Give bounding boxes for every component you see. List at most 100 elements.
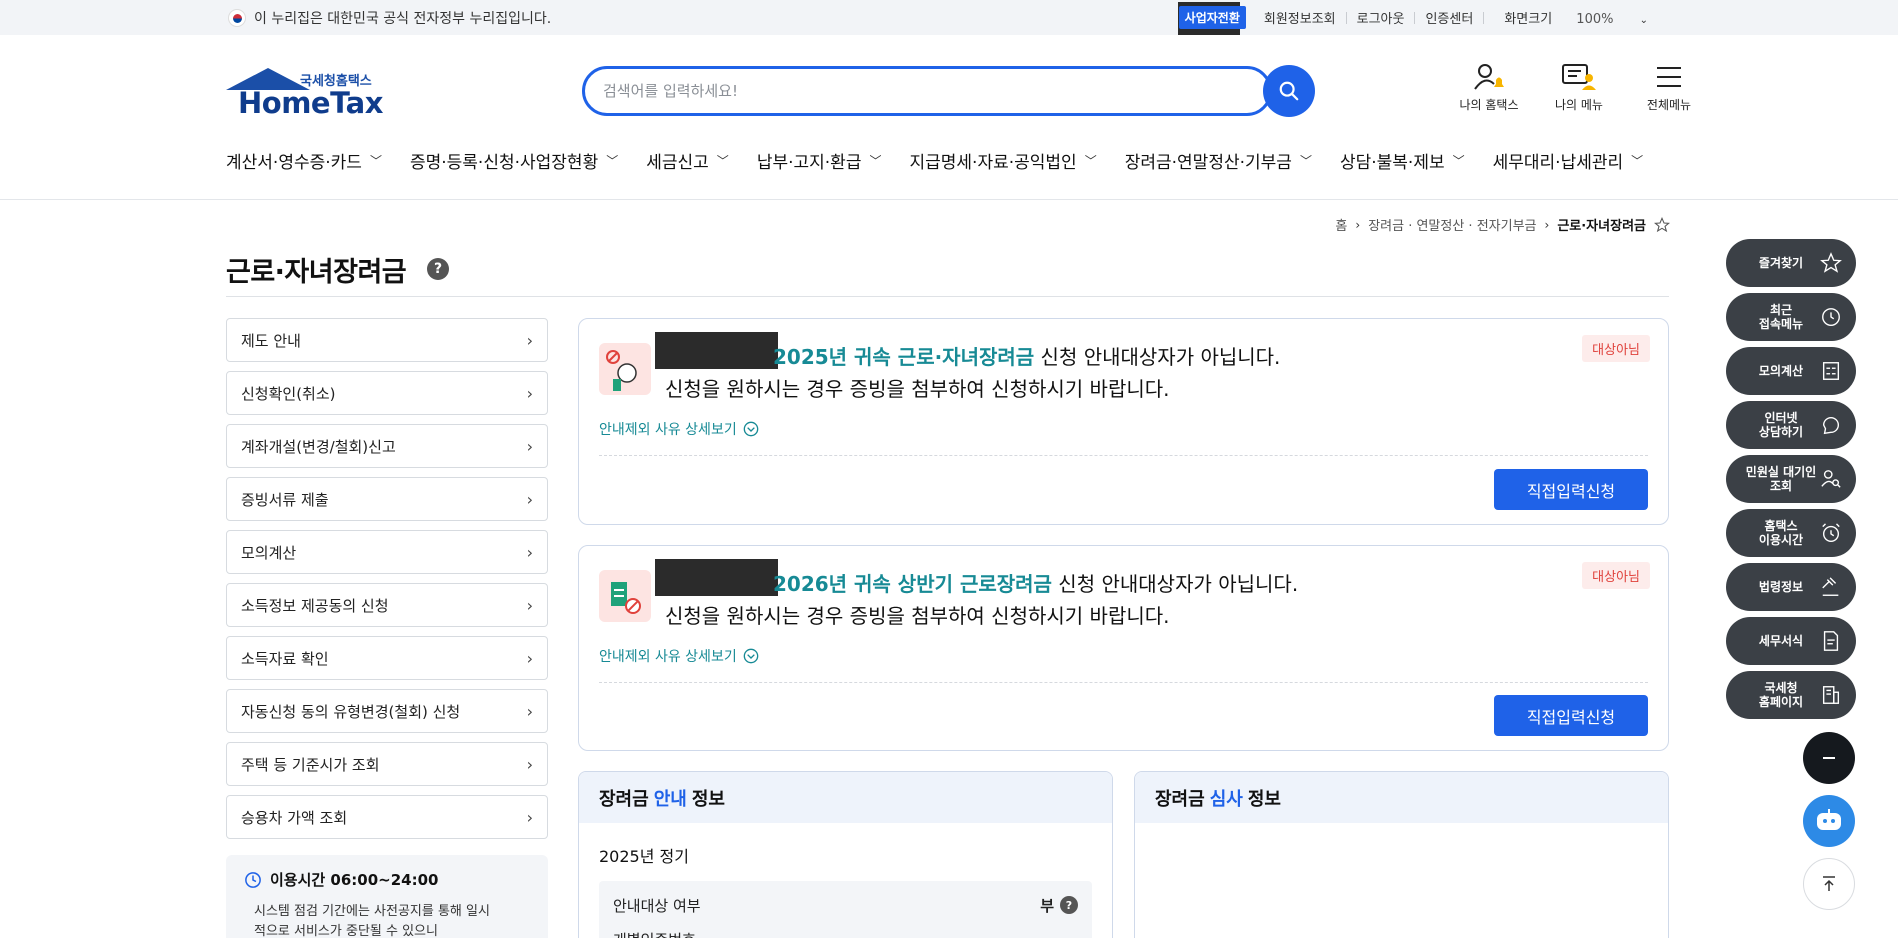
divider — [0, 199, 1898, 200]
chevron-down-icon: ﹀ — [869, 154, 882, 168]
panel-title-highlight: 심사 — [1209, 788, 1243, 810]
minus-icon — [1823, 757, 1835, 759]
business-switch-button[interactable]: 사업자전환 — [1178, 6, 1246, 29]
status-badge: 대상아님 — [1582, 562, 1650, 589]
breadcrumb: 홈 › 장려금 · 연말정산 · 전자기부금 › 근로·자녀장려금 — [1335, 215, 1670, 234]
panel-title-highlight: 안내 — [653, 788, 687, 810]
gnb-label: 납부·고지·환급 — [756, 153, 862, 173]
side-menu-item[interactable]: 자동신청 동의 유형변경(철회) 신청 › — [226, 689, 548, 733]
search-box — [582, 66, 1272, 116]
side-menu-item[interactable]: 제도 안내 › — [226, 318, 548, 362]
quick-hours-button[interactable]: 홈택스 이용시간 — [1726, 509, 1856, 557]
gnb-item[interactable]: 지급명세·자료·공익법인 ﹀ — [909, 148, 1096, 173]
chevron-down-icon: ﹀ — [1452, 154, 1465, 168]
exclusion-detail-label: 안내제외 사유 상세보기 — [599, 649, 737, 665]
panel-subtitle: 2025년 정기 — [599, 847, 689, 866]
my-menu-button[interactable]: 나의 메뉴 — [1545, 62, 1613, 113]
help-icon[interactable]: ? — [427, 258, 449, 280]
side-menu-item[interactable]: 승용차 가액 조회 › — [226, 795, 548, 839]
gnb-item[interactable]: 증명·등록·신청·사업장현황 ﹀ — [410, 148, 618, 173]
chevron-right-icon: › — [526, 383, 533, 403]
quick-label: 모의계산 — [1758, 364, 1804, 378]
quick-label: 즐겨찾기 — [1758, 256, 1804, 270]
card-message-line1: 2025년 귀속 근로·자녀장려금 신청 안내대상자가 아닙니다. — [773, 341, 1280, 370]
side-menu-item[interactable]: 소득자료 확인 › — [226, 636, 548, 680]
quick-menu: 즐겨찾기 최근 접속메뉴 모의계산 인터넷 상담하기 민원실 대기인 조회 홈택… — [1726, 239, 1856, 725]
member-info-link[interactable]: 회원정보조회 — [1254, 8, 1346, 27]
info-row-value: 부 — [1040, 896, 1054, 915]
gnb-item[interactable]: 장려금·연말정산·기부금 ﹀ — [1125, 148, 1312, 173]
side-menu-label: 모의계산 — [241, 543, 297, 562]
service-hours-title: 이용시간 06:00~24:00 — [244, 869, 530, 890]
quick-law-button[interactable]: 법령정보 — [1726, 563, 1856, 611]
side-menu-label: 소득자료 확인 — [241, 649, 329, 668]
quick-label: 최근 접속메뉴 — [1758, 303, 1804, 331]
logout-link[interactable]: 로그아웃 — [1347, 8, 1415, 27]
help-icon[interactable]: ? — [1060, 896, 1078, 914]
direct-apply-button[interactable]: 직접입력신청 — [1494, 695, 1648, 736]
info-row: 개별인증번호 — [613, 927, 1078, 938]
chevron-right-icon: › — [526, 648, 533, 668]
card-highlight: 2026년 귀속 상반기 근로장려금 — [773, 572, 1052, 596]
chatbot-button[interactable] — [1803, 795, 1855, 847]
info-row-value-wrap: 부? — [1040, 895, 1078, 916]
quick-label: 법령정보 — [1758, 580, 1804, 594]
side-menu-item[interactable]: 계좌개설(변경/철회)신고 › — [226, 424, 548, 468]
chevron-right-icon: › — [526, 542, 533, 562]
quick-nts-home-button[interactable]: 국세청 홈페이지 — [1726, 671, 1856, 719]
quick-favorites-button[interactable]: 즐겨찾기 — [1726, 239, 1856, 287]
info-row-label: 안내대상 여부 — [613, 896, 701, 915]
side-menu-label: 증빙서류 제출 — [241, 490, 329, 509]
cert-center-link[interactable]: 인증센터 — [1415, 8, 1483, 27]
quick-label: 민원실 대기인 조회 — [1745, 465, 1817, 493]
side-menu-item[interactable]: 증빙서류 제출 › — [226, 477, 548, 521]
hometax-logo[interactable]: 국세청홈택스 HomeTax — [226, 66, 386, 120]
panel-header: 장려금 안내 정보 — [579, 772, 1112, 823]
search-button[interactable] — [1263, 65, 1315, 117]
chevron-right-icon: › — [526, 436, 533, 456]
card-message-line2: 신청을 원하시는 경우 증빙을 첨부하여 신청하시기 바랍니다. — [665, 377, 1170, 401]
gnb-item[interactable]: 계산서·영수증·카드 ﹀ — [226, 148, 382, 173]
my-hometax-button[interactable]: 나의 홈택스 — [1455, 62, 1523, 113]
side-menu-item[interactable]: 신청확인(취소) › — [226, 371, 548, 415]
side-menu-item[interactable]: 모의계산 › — [226, 530, 548, 574]
gnb-item[interactable]: 세무대리·납세관리 ﹀ — [1493, 148, 1644, 173]
zoom-control[interactable]: 화면크기 100% ⌄ — [1484, 8, 1668, 27]
quick-simulate-button[interactable]: 모의계산 — [1726, 347, 1856, 395]
utility-links: 사업자전환 회원정보조회 로그아웃 인증센터 화면크기 100% ⌄ — [1178, 0, 1668, 35]
search-input[interactable] — [603, 69, 1203, 113]
gnb-item[interactable]: 납부·고지·환급 ﹀ — [757, 148, 882, 173]
my-menu-label: 나의 메뉴 — [1555, 98, 1603, 112]
chevron-right-icon: › — [526, 330, 533, 350]
star-outline-icon[interactable] — [1654, 216, 1670, 233]
chevron-right-icon: › — [1544, 217, 1550, 232]
side-menu-label: 계좌개설(변경/철회)신고 — [241, 437, 396, 456]
breadcrumb-item[interactable]: 장려금 · 연말정산 · 전자기부금 — [1368, 215, 1536, 234]
panel-title-post: 정보 — [691, 788, 725, 810]
gnb-item[interactable]: 상담·불복·제보 ﹀ — [1340, 148, 1465, 173]
exclusion-detail-toggle[interactable]: 안내제외 사유 상세보기 — [599, 419, 759, 439]
info-rows: 안내대상 여부 부? 개별인증번호 — [599, 881, 1092, 938]
info-row-label: 개별인증번호 — [613, 929, 696, 938]
breadcrumb-home[interactable]: 홈 — [1335, 215, 1347, 234]
quick-waiting-button[interactable]: 민원실 대기인 조회 — [1726, 455, 1856, 503]
side-menu-item[interactable]: 주택 등 기준시가 조회 › — [226, 742, 548, 786]
exclusion-detail-toggle[interactable]: 안내제외 사유 상세보기 — [599, 646, 759, 666]
scroll-to-top-button[interactable] — [1803, 858, 1855, 910]
chevron-right-icon: › — [526, 701, 533, 721]
status-badge: 대상아님 — [1582, 335, 1650, 362]
not-eligible-document-icon — [599, 570, 651, 622]
direct-apply-button[interactable]: 직접입력신청 — [1494, 469, 1648, 510]
quick-chat-button[interactable]: 인터넷 상담하기 — [1726, 401, 1856, 449]
side-menu-item[interactable]: 소득정보 제공동의 신청 › — [226, 583, 548, 627]
quick-forms-button[interactable]: 세무서식 — [1726, 617, 1856, 665]
person-search-icon — [1821, 470, 1841, 488]
quick-recent-button[interactable]: 최근 접속메뉴 — [1726, 293, 1856, 341]
quick-label: 국세청 홈페이지 — [1758, 681, 1804, 709]
gnb-label: 증명·등록·신청·사업장현황 — [409, 153, 599, 173]
gnb-item[interactable]: 세금신고 ﹀ — [646, 148, 729, 173]
gnb-label: 계산서·영수증·카드 — [226, 153, 362, 173]
my-hometax-label: 나의 홈택스 — [1459, 98, 1519, 112]
all-menu-button[interactable]: 전체메뉴 — [1635, 62, 1703, 113]
collapse-quick-menu-button[interactable] — [1803, 732, 1855, 784]
